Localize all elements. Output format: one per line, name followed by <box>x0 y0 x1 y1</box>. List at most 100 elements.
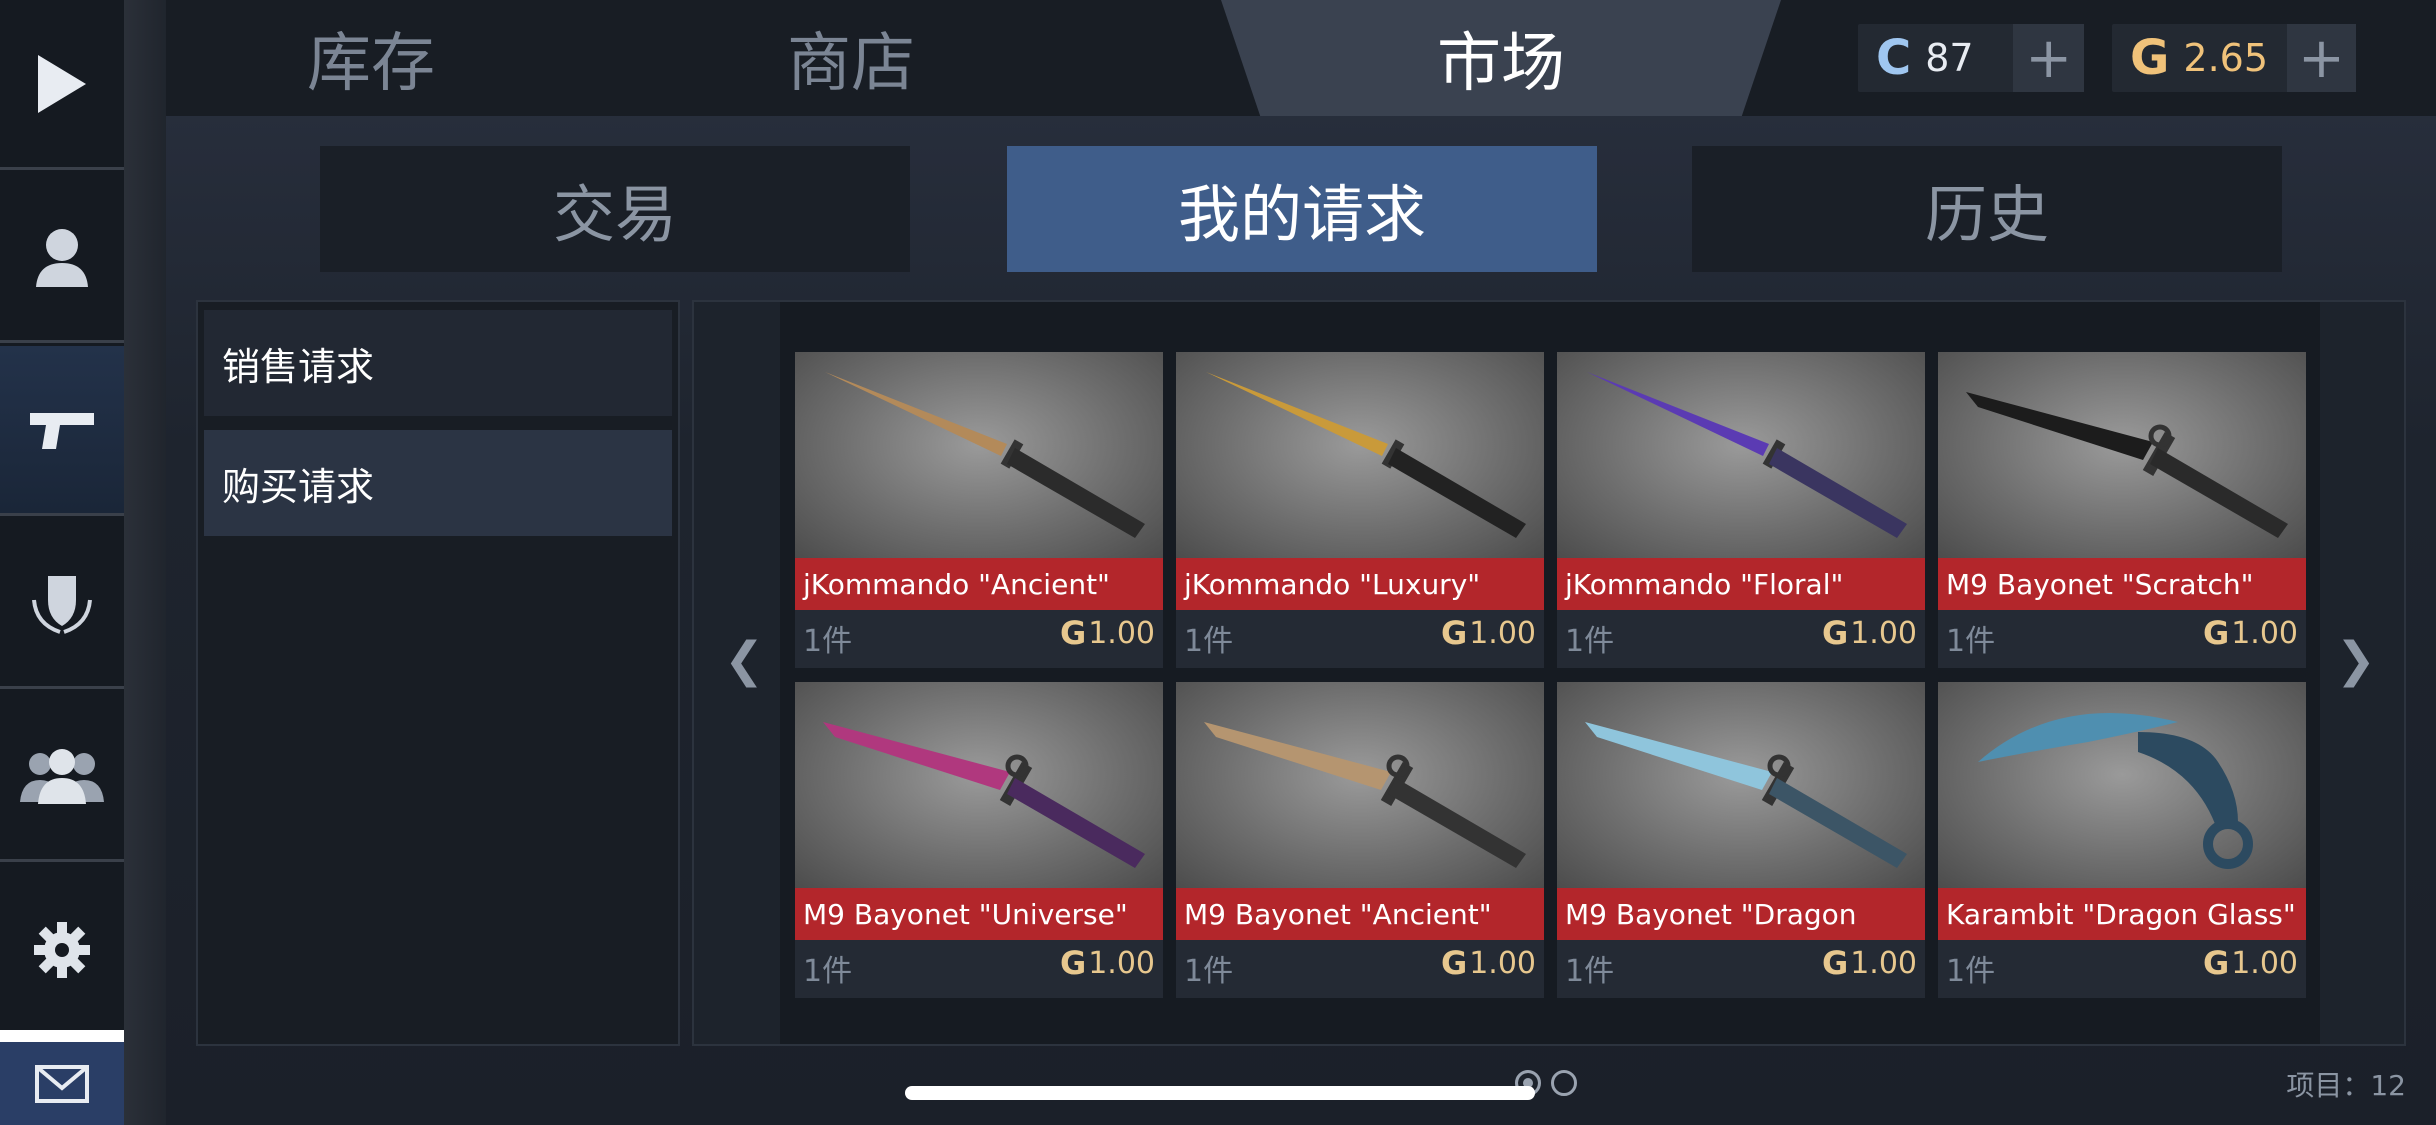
item-card[interactable]: jKommando "Luxury" 1件 G 1.00 <box>1176 352 1544 668</box>
subtab-trade[interactable]: 交易 <box>320 146 910 272</box>
item-image <box>1938 682 2306 888</box>
profile-button[interactable] <box>0 173 124 343</box>
gold-icon: G <box>1440 944 1468 982</box>
item-price-value: 1.00 <box>1469 945 1536 981</box>
knife-icon <box>1585 722 1907 868</box>
item-price: G 1.00 <box>1822 944 1917 982</box>
gold-icon: G <box>1821 614 1849 652</box>
item-card[interactable]: M9 Bayonet "Scratch" 1件 G 1.00 <box>1938 352 2306 668</box>
tab-shop[interactable]: 商店 <box>646 0 1056 116</box>
requests-grid-panel: jKommando "Ancient" 1件 G 1.00 jKommando "Lux… <box>692 300 2406 1046</box>
item-card[interactable]: Karambit "Dragon Glass" 1件 G 1.00 <box>1938 682 2306 998</box>
karambit-knife-icon <box>1978 713 2253 869</box>
item-price: G 1.00 <box>2203 614 2298 652</box>
item-card[interactable]: M9 Bayonet "Ancient" 1件 G 1.00 <box>1176 682 1544 998</box>
item-price-value: 1.00 <box>2231 615 2298 651</box>
tab-inventory[interactable]: 库存 <box>166 0 576 116</box>
item-price: G 1.00 <box>1822 614 1917 652</box>
item-price-value: 1.00 <box>2231 945 2298 981</box>
pistol-icon <box>30 412 94 449</box>
gold-icon: G <box>1059 614 1087 652</box>
item-image <box>1938 352 2306 558</box>
item-name: M9 Bayonet "Ancient" <box>1176 888 1544 940</box>
page-dot-2[interactable] <box>1551 1070 1577 1096</box>
item-quantity: 1件 <box>1184 954 1234 989</box>
item-price: G 1.00 <box>1060 614 1155 652</box>
clan-button[interactable] <box>0 519 124 689</box>
mail-icon <box>35 1064 89 1103</box>
gold-balance: G 2.65 + <box>2112 24 2356 92</box>
item-quantity: 1件 <box>803 954 853 989</box>
tab-market[interactable]: 市场 <box>1286 0 1716 116</box>
shield-wreath-icon <box>32 575 92 634</box>
gold-icon: G <box>2202 614 2230 652</box>
item-card[interactable]: jKommando "Floral" 1件 G 1.00 <box>1557 352 1925 668</box>
item-price-value: 1.00 <box>1469 615 1536 651</box>
knife-icon <box>1204 722 1526 868</box>
market-screen: 库存 商店 市场 C 87 + G 2.65 + 交易 我的请求 历史 销售请求… <box>0 0 2436 1125</box>
item-quantity: 1件 <box>803 624 853 659</box>
item-card[interactable]: jKommando "Ancient" 1件 G 1.00 <box>795 352 1163 668</box>
item-image <box>795 682 1163 888</box>
knife-icon <box>1966 392 2288 538</box>
top-tab-bar: 库存 商店 市场 C 87 + G 2.65 + <box>166 0 2436 116</box>
item-image <box>1176 352 1544 558</box>
friends-icon <box>20 748 104 804</box>
item-name: jKommando "Luxury" <box>1176 558 1544 610</box>
sidebar-gutter <box>124 0 166 1125</box>
item-price-value: 1.00 <box>1850 945 1917 981</box>
item-name: jKommando "Ancient" <box>795 558 1163 610</box>
items-count: 项目：12 <box>2286 1069 2406 1102</box>
item-image <box>795 352 1163 558</box>
item-name: jKommando "Floral" <box>1557 558 1925 610</box>
item-image <box>1176 682 1544 888</box>
gold-value: 2.65 <box>2183 36 2269 80</box>
items-grid: jKommando "Ancient" 1件 G 1.00 jKommando "Lux… <box>780 302 2320 1044</box>
credits-value: 87 <box>1925 36 1974 80</box>
item-price: G 1.00 <box>1441 614 1536 652</box>
item-price-value: 1.00 <box>1850 615 1917 651</box>
add-gold-button[interactable]: + <box>2286 24 2356 92</box>
gold-icon: G <box>2202 944 2230 982</box>
item-quantity: 1件 <box>1946 954 1996 989</box>
add-credits-button[interactable]: + <box>2013 24 2084 92</box>
knife-icon <box>1587 372 1907 538</box>
item-image <box>1557 682 1925 888</box>
item-quantity: 1件 <box>1565 954 1615 989</box>
item-price: G 1.00 <box>2203 944 2298 982</box>
settings-button[interactable] <box>0 865 124 1035</box>
item-name: M9 Bayonet "Scratch" <box>1938 558 2306 610</box>
item-card[interactable]: M9 Bayonet "Universe" 1件 G 1.00 <box>795 682 1163 998</box>
sell-requests-item[interactable]: 销售请求 <box>204 310 672 416</box>
knife-icon <box>1206 372 1526 538</box>
item-price: G 1.00 <box>1441 944 1536 982</box>
item-name: M9 Bayonet "Universe" <box>795 888 1163 940</box>
gold-icon: G <box>1821 944 1849 982</box>
credits-balance: C 87 + <box>1858 24 2084 92</box>
subtab-history[interactable]: 历史 <box>1692 146 2282 272</box>
mail-button[interactable] <box>0 1030 124 1125</box>
item-price: G 1.00 <box>1060 944 1155 982</box>
subtab-my-requests[interactable]: 我的请求 <box>1007 146 1597 272</box>
item-image <box>1557 352 1925 558</box>
gold-icon: G <box>1059 944 1087 982</box>
item-price-value: 1.00 <box>1088 945 1155 981</box>
gear-icon <box>34 922 90 978</box>
item-card[interactable]: M9 Bayonet "Dragon 1件 G 1.00 <box>1557 682 1925 998</box>
item-quantity: 1件 <box>1565 624 1615 659</box>
buy-requests-item[interactable]: 购买请求 <box>204 430 672 536</box>
prev-page-arrow[interactable]: ❮ <box>724 632 764 688</box>
knife-icon <box>823 722 1145 868</box>
knife-icon <box>825 372 1145 538</box>
item-name: Karambit "Dragon Glass" <box>1938 888 2306 940</box>
item-quantity: 1件 <box>1184 624 1234 659</box>
plus-icon: + <box>2025 25 2073 91</box>
play-button[interactable] <box>0 0 124 170</box>
home-indicator <box>905 1086 1535 1100</box>
item-name: M9 Bayonet "Dragon <box>1557 888 1925 940</box>
next-page-arrow[interactable]: ❯ <box>2336 632 2376 688</box>
weapons-button[interactable] <box>0 346 124 516</box>
play-icon <box>38 54 86 113</box>
friends-button[interactable] <box>0 692 124 862</box>
item-quantity: 1件 <box>1946 624 1996 659</box>
